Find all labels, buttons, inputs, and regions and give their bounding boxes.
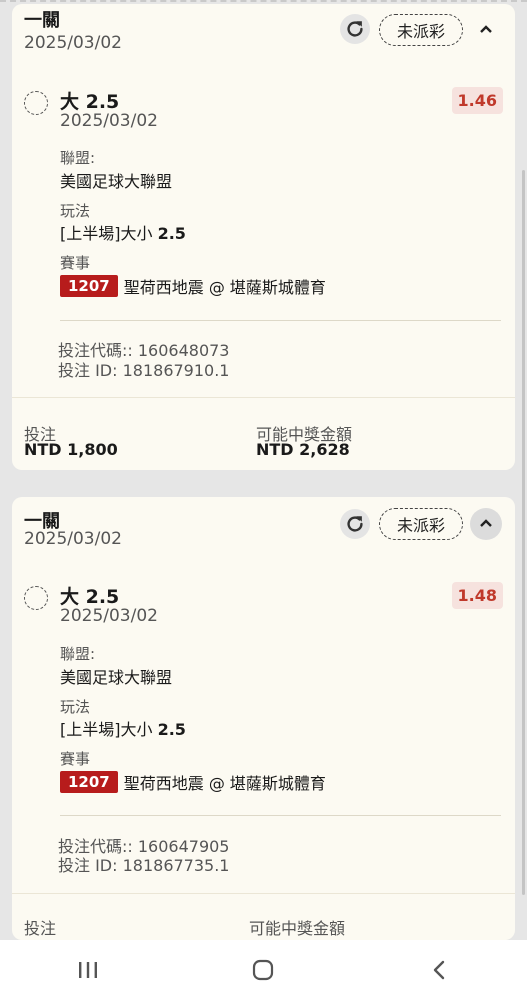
- payout-label: 可能中獎金額: [249, 919, 346, 938]
- match-id-badge: 1207: [60, 771, 118, 793]
- selection-name: 大 2.5: [60, 586, 120, 608]
- league-value: 美國足球大聯盟: [60, 668, 173, 687]
- refresh-button[interactable]: [340, 14, 370, 44]
- bet-date: 2025/03/02: [24, 33, 122, 53]
- market-prefix: [上半場]大小: [60, 720, 153, 739]
- bet-card-1: 一關 2025/03/02 未派彩 大 2.5 2025/03/02 1.46 …: [12, 4, 515, 470]
- selection-date: 2025/03/02: [60, 606, 158, 626]
- selection-date: 2025/03/02: [60, 111, 158, 131]
- footer-separator: [12, 893, 515, 894]
- market-label: 玩法: [60, 202, 91, 220]
- status-badge: 未派彩: [379, 508, 463, 540]
- match-name: 聖荷西地震 @ 堪薩斯城體育: [123, 278, 326, 297]
- home-button[interactable]: [233, 950, 293, 990]
- bet-type-title: 一關: [24, 10, 60, 31]
- market-label: 玩法: [60, 698, 91, 716]
- odds-badge: 1.48: [451, 582, 503, 609]
- home-icon: [253, 959, 274, 981]
- market-value: [上半場]大小 2.5: [60, 716, 186, 740]
- back-icon: [433, 960, 445, 980]
- market-value: [上半場]大小 2.5: [60, 220, 186, 244]
- league-label: 聯盟:: [60, 645, 96, 663]
- refresh-icon: [347, 21, 363, 37]
- selection-status-icon: [24, 91, 48, 115]
- chevron-up-icon: [480, 25, 492, 33]
- refresh-icon: [347, 516, 363, 532]
- divider: [60, 815, 501, 816]
- event-row: 1207 聖荷西地震 @ 堪薩斯城體育: [60, 770, 326, 794]
- league-value: 美國足球大聯盟: [60, 172, 173, 191]
- payout-value: NTD 2,628: [256, 440, 350, 459]
- odds-badge: 1.46: [451, 87, 503, 114]
- selection-name: 大 2.5: [60, 91, 120, 113]
- collapse-button[interactable]: [470, 508, 502, 540]
- recent-apps-icon: [78, 962, 97, 978]
- bet-id: 投注 ID: 181867735.1: [58, 856, 230, 875]
- refresh-button[interactable]: [340, 509, 370, 539]
- event-label: 賽事: [60, 254, 91, 272]
- stake-value: NTD 1,800: [24, 440, 118, 459]
- bet-id: 投注 ID: 181867910.1: [58, 361, 230, 380]
- bet-date: 2025/03/02: [24, 529, 122, 549]
- collapse-button[interactable]: [470, 14, 502, 46]
- recent-apps-button[interactable]: [58, 950, 118, 990]
- league-label: 聯盟:: [60, 149, 96, 167]
- chevron-up-icon: [480, 519, 492, 527]
- selection-status-icon: [24, 586, 48, 610]
- status-badge: 未派彩: [379, 14, 463, 46]
- event-label: 賽事: [60, 750, 91, 768]
- stake-label: 投注: [24, 919, 57, 938]
- event-row: 1207 聖荷西地震 @ 堪薩斯城體育: [60, 274, 326, 298]
- back-button[interactable]: [409, 950, 469, 990]
- market-line: 2.5: [157, 224, 186, 243]
- bet-card-2: 一關 2025/03/02 未派彩 大 2.5 2025/03/02 1.48 …: [12, 497, 515, 940]
- divider: [60, 320, 501, 321]
- match-id-badge: 1207: [60, 275, 118, 297]
- footer-separator: [12, 397, 515, 398]
- system-nav-bar: [0, 940, 527, 1000]
- scrollbar[interactable]: [522, 170, 525, 895]
- market-prefix: [上半場]大小: [60, 224, 153, 243]
- market-line: 2.5: [157, 720, 186, 739]
- match-name: 聖荷西地震 @ 堪薩斯城體育: [123, 774, 326, 793]
